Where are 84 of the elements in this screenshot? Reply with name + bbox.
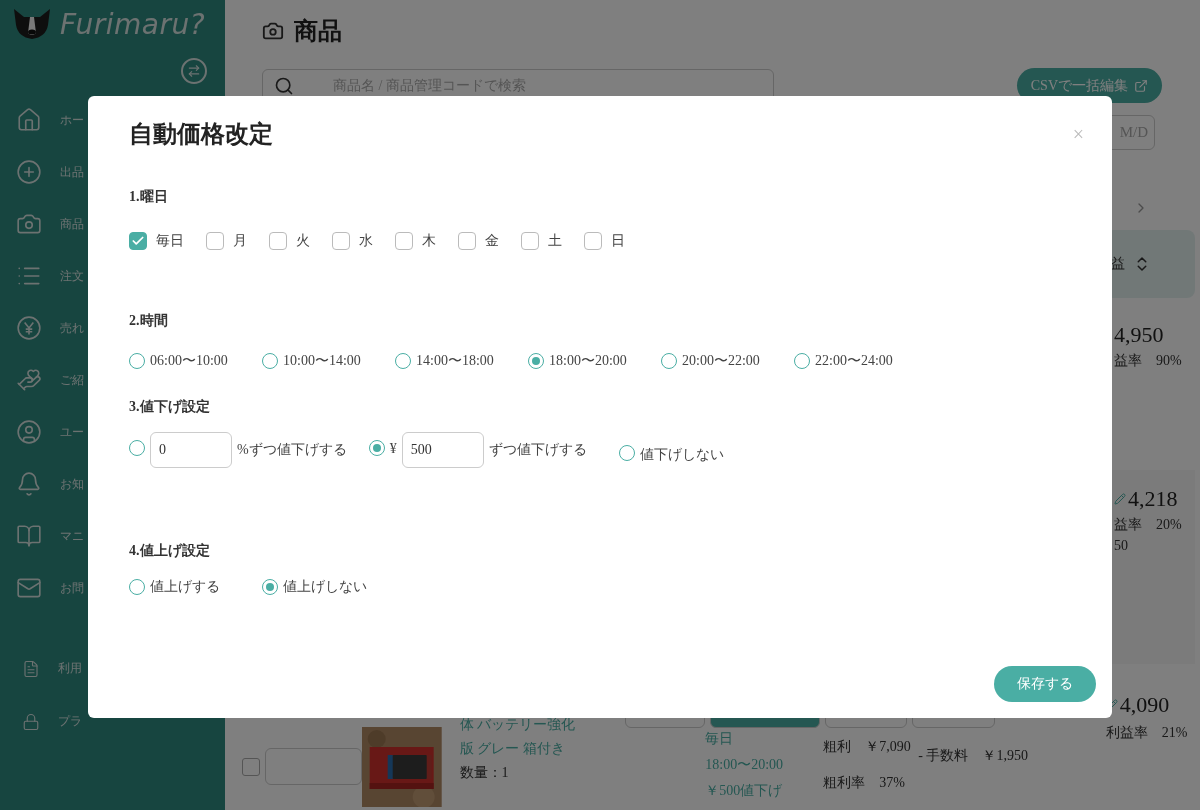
checkbox[interactable] xyxy=(458,232,476,250)
currency-label: ¥ xyxy=(389,441,397,457)
profit-rate-text: 利益率 21% xyxy=(1105,724,1189,742)
nav-label[interactable]: お知 xyxy=(60,475,84,493)
nav-label[interactable]: ホー xyxy=(60,111,84,129)
logo-text: Furimaru? xyxy=(60,7,206,41)
radio-label: 22:00〜24:00 xyxy=(815,352,893,370)
lock-icon xyxy=(22,712,40,731)
checkbox[interactable] xyxy=(206,232,224,250)
radio-label: 値上げしない xyxy=(283,578,367,596)
radio-label: 14:00〜18:00 xyxy=(416,352,494,370)
checkbox-label: 毎日 xyxy=(156,232,184,250)
checkbox-label: 日 xyxy=(611,232,625,250)
checkbox-label: 土 xyxy=(548,232,562,250)
radio-label: %ずつ値下げする xyxy=(237,441,347,459)
checkbox[interactable] xyxy=(269,232,287,250)
checkbox[interactable] xyxy=(521,232,539,250)
nav-label[interactable]: お問 xyxy=(60,579,84,597)
nav-label[interactable]: 注文 xyxy=(60,267,84,285)
radio-label: 18:00〜20:00 xyxy=(549,352,627,370)
profit-rate-text: 益率 20% xyxy=(1114,516,1183,534)
product-name-line[interactable]: 体 バッテリー強化 xyxy=(459,716,626,734)
radio-label: 値下げしない xyxy=(639,445,724,464)
radio-label: 10:00〜14:00 xyxy=(283,352,361,370)
checkbox[interactable] xyxy=(129,232,147,250)
checkbox[interactable] xyxy=(395,232,413,250)
save-button[interactable]: 保存する xyxy=(994,666,1096,702)
amount-text: 50 xyxy=(1114,538,1129,554)
modal-title: 自動価格改定 xyxy=(129,120,273,149)
nav-label[interactable]: 利用 xyxy=(58,660,82,677)
gross-rate-text: 粗利率 37% xyxy=(823,774,905,792)
fee-text: - 手数料 ￥1,950 xyxy=(918,748,1028,763)
nav-label[interactable]: ユー xyxy=(60,423,84,441)
radio-label: 06:00〜10:00 xyxy=(150,352,228,370)
radio-label: ずつ値下げする xyxy=(488,441,587,459)
schedule-text: 18:00〜20:00 xyxy=(705,756,785,774)
price-text: 4,950 xyxy=(1114,322,1164,348)
switch-icon[interactable] xyxy=(181,58,207,84)
pencil-icon[interactable] xyxy=(1114,493,1126,505)
gross-profit-text: 粗利 ￥7,090 xyxy=(823,738,911,756)
checkbox-label: 木 xyxy=(422,232,436,250)
quantity-text: 数量：1 xyxy=(459,764,510,782)
checkbox-label: 火 xyxy=(296,232,310,250)
nav-label[interactable]: 売れ xyxy=(60,319,84,337)
profit-rate-text: 益率 90% xyxy=(1114,352,1183,370)
yen-icon xyxy=(16,315,42,341)
book-icon xyxy=(16,523,42,549)
section-heading: 3.値下げ設定 xyxy=(129,398,211,416)
section-heading: 2.時間 xyxy=(129,312,169,330)
dog-logo-icon xyxy=(12,7,52,41)
checkbox-label: 水 xyxy=(359,232,373,250)
bell-icon xyxy=(16,471,42,497)
price-text: 4,218 xyxy=(1128,486,1178,512)
home-icon xyxy=(16,107,42,133)
column-label: 益 xyxy=(1111,255,1125,273)
document-icon xyxy=(22,659,40,678)
checkbox[interactable] xyxy=(332,232,350,250)
nav-label[interactable]: ご紹 xyxy=(60,371,84,389)
checkbox-label: 金 xyxy=(485,232,499,250)
plus-circle-icon xyxy=(16,159,42,185)
section-heading: 1.曜日 xyxy=(129,188,169,206)
product-name-line[interactable]: 版 グレー 箱付き xyxy=(459,740,626,758)
page-title: 商品 xyxy=(294,17,342,46)
price-text: 4,090 xyxy=(1119,692,1170,718)
external-link-icon xyxy=(1134,78,1148,93)
user-icon xyxy=(16,419,42,445)
schedule-text: ￥500値下げ xyxy=(705,782,784,800)
schedule-text: 毎日 xyxy=(705,730,735,748)
search-icon xyxy=(274,75,294,96)
amount-field[interactable]: 500 xyxy=(401,432,484,468)
checkbox-label: 月 xyxy=(233,232,247,250)
nav-label[interactable]: プラ xyxy=(58,713,82,730)
radio-label: 20:00〜22:00 xyxy=(682,352,760,370)
hand-heart-icon xyxy=(16,367,42,393)
nav-label[interactable]: 出品 xyxy=(60,163,84,181)
nav-label[interactable]: マニ xyxy=(60,527,84,545)
row-checkbox[interactable] xyxy=(242,758,260,776)
camera-icon xyxy=(262,20,284,42)
amount-field[interactable]: 0 xyxy=(150,432,232,468)
checkbox[interactable] xyxy=(584,232,602,250)
radio-label: 値上げする xyxy=(150,578,220,596)
section-heading: 4.値上げ設定 xyxy=(129,542,211,560)
nav-label[interactable]: 商品 xyxy=(60,215,84,233)
check-icon xyxy=(131,234,145,248)
